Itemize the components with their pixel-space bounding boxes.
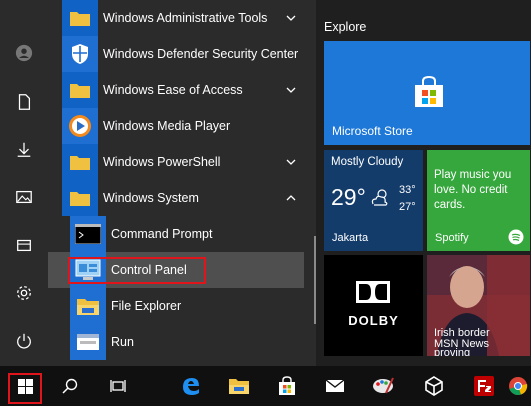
- weather-temperature: 29°: [331, 184, 366, 210]
- start-button-highlight-annotation: [8, 373, 42, 404]
- search-icon: [62, 378, 78, 394]
- power-button[interactable]: [0, 321, 48, 361]
- app-item-windows-administrative-tools[interactable]: Windows Administrative Tools: [48, 0, 310, 36]
- taskbar-unity-button[interactable]: [412, 366, 456, 406]
- app-list: Windows Administrative Tools Windows Def…: [48, 0, 316, 366]
- app-item-command-prompt[interactable]: Command Prompt: [48, 216, 310, 252]
- spotify-logo-icon: [508, 229, 524, 245]
- app-label: Windows System: [103, 191, 199, 205]
- gear-icon: [17, 286, 31, 300]
- store-icon: [415, 75, 443, 107]
- tile-label: Spotify: [435, 232, 469, 244]
- app-label: Windows Defender Security Center: [103, 47, 299, 61]
- chrome-icon: [509, 377, 528, 396]
- folder-icon: [62, 144, 98, 180]
- taskbar-search-button[interactable]: [48, 366, 92, 406]
- taskbar-chrome-button[interactable]: [508, 366, 531, 406]
- start-left-rail: [0, 0, 48, 366]
- paint-palette-icon: [373, 377, 394, 394]
- user-account-button[interactable]: [0, 33, 48, 73]
- media-player-icon: [62, 108, 98, 144]
- cloud-sun-icon: [371, 189, 388, 206]
- app-label: Windows Ease of Access: [103, 83, 243, 97]
- spotify-tile[interactable]: Play music you love. No credit cards. Sp…: [427, 150, 530, 251]
- app-item-run[interactable]: Run: [48, 324, 310, 360]
- app-label: Command Prompt: [111, 227, 213, 241]
- weather-low: 27°: [399, 201, 416, 213]
- app-item-windows-media-player[interactable]: Windows Media Player: [48, 108, 310, 144]
- task-view-button[interactable]: [96, 366, 140, 406]
- taskbar-filezilla-button[interactable]: [462, 366, 506, 406]
- taskbar-store-button[interactable]: [265, 366, 309, 406]
- documents-button[interactable]: [0, 82, 48, 122]
- edge-icon: [183, 378, 199, 395]
- taskbar-file-explorer-button[interactable]: [217, 366, 261, 406]
- chevron-up-icon[interactable]: [286, 193, 296, 203]
- pictures-button[interactable]: [0, 177, 48, 217]
- weather-condition: Mostly Cloudy: [331, 156, 404, 168]
- taskbar: [0, 366, 531, 406]
- app-item-windows-powershell[interactable]: Windows PowerShell: [48, 144, 310, 180]
- app-item-windows-system[interactable]: Windows System: [48, 180, 310, 216]
- store-icon: [279, 376, 295, 395]
- downloads-button[interactable]: [0, 130, 48, 170]
- control-panel-highlight-annotation: [68, 257, 206, 284]
- news-tile[interactable]: Irish border MSN News proving: [427, 255, 530, 356]
- app-item-file-explorer[interactable]: File Explorer: [48, 288, 310, 324]
- dolby-tile[interactable]: DOLBY: [324, 255, 423, 356]
- app-label: Windows Media Player: [103, 119, 231, 133]
- news-headline-line3: proving: [434, 347, 471, 357]
- microsoft-store-tile[interactable]: Microsoft Store: [324, 41, 530, 145]
- run-icon: [70, 324, 106, 360]
- download-icon: [17, 142, 31, 157]
- spotify-promo-text: Play music you love. No credit cards.: [434, 169, 512, 211]
- command-prompt-icon: [70, 216, 106, 252]
- folder-icon: [229, 379, 249, 394]
- mail-icon: [325, 379, 345, 392]
- filezilla-icon: [474, 376, 494, 396]
- chevron-down-icon[interactable]: [286, 13, 296, 23]
- taskbar-mail-button[interactable]: [313, 366, 357, 406]
- folder-icon: [62, 180, 98, 216]
- app-item-windows-defender-security-center[interactable]: Windows Defender Security Center: [48, 36, 310, 72]
- app-item-windows-ease-of-access[interactable]: Windows Ease of Access: [48, 72, 310, 108]
- picture-icon: [16, 190, 32, 204]
- tile-group-title: Explore: [324, 20, 367, 34]
- drive-icon: [17, 239, 31, 252]
- document-icon: [18, 94, 31, 110]
- weather-tile[interactable]: Mostly Cloudy 29° 33° 27° Jakarta: [324, 150, 423, 251]
- tiles-area: Explore Microsoft Store Mostly Cloudy 29…: [316, 0, 531, 366]
- settings-button[interactable]: [0, 273, 48, 313]
- power-icon: [17, 333, 31, 349]
- app-label: Windows PowerShell: [103, 155, 221, 169]
- task-view-icon: [110, 380, 126, 392]
- app-label: File Explorer: [111, 299, 182, 313]
- unity-icon: [425, 376, 443, 396]
- file-explorer-rail-button[interactable]: [0, 225, 48, 265]
- user-icon: [15, 44, 33, 62]
- chevron-down-icon[interactable]: [286, 85, 296, 95]
- app-label: Run: [111, 335, 134, 349]
- file-explorer-icon: [70, 288, 106, 324]
- app-label: Windows Administrative Tools: [103, 11, 268, 25]
- shield-icon: [62, 36, 98, 72]
- dolby-wordmark: DOLBY: [348, 313, 399, 328]
- weather-city: Jakarta: [332, 232, 369, 244]
- folder-icon: [62, 72, 98, 108]
- dolby-logo-icon: [356, 281, 390, 303]
- weather-high: 33°: [399, 184, 416, 196]
- taskbar-paint-button[interactable]: [361, 366, 405, 406]
- tile-label: Microsoft Store: [332, 124, 413, 138]
- taskbar-edge-button[interactable]: [169, 366, 213, 406]
- chevron-down-icon[interactable]: [286, 157, 296, 167]
- folder-icon: [62, 0, 98, 36]
